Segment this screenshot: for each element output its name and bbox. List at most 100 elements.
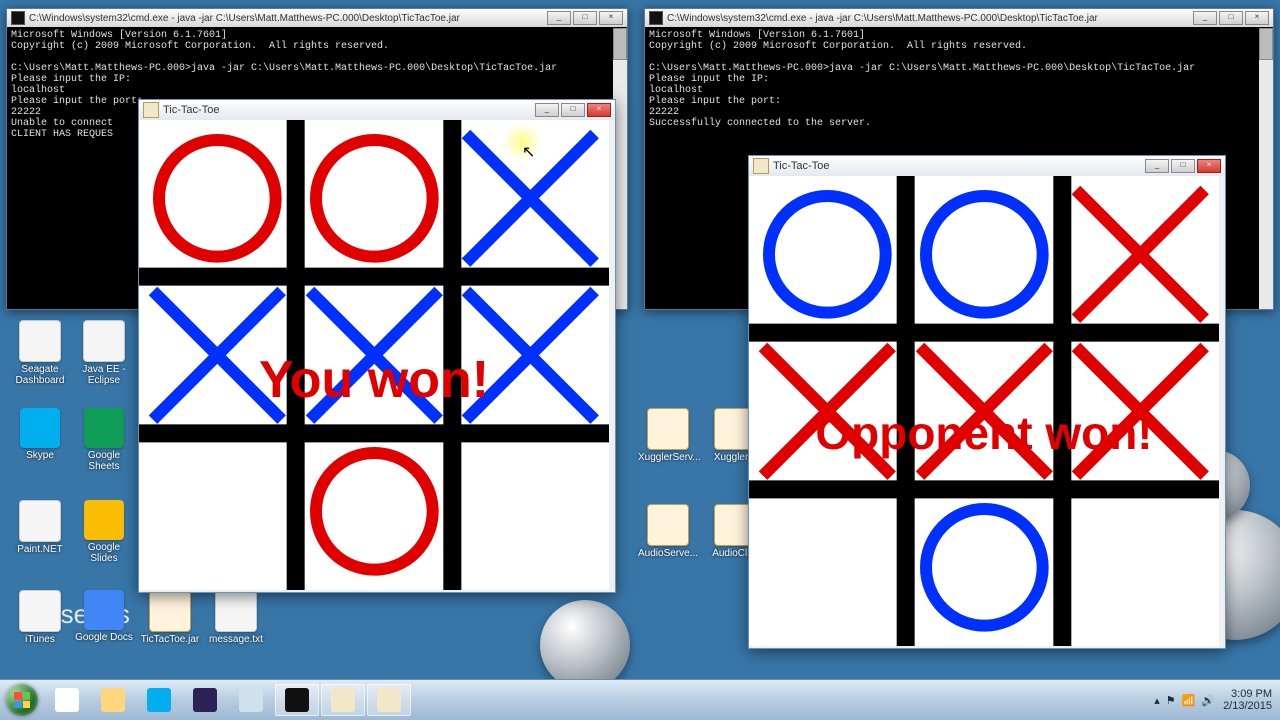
icon-label: Google Slides bbox=[74, 542, 134, 564]
mark-o[interactable] bbox=[296, 120, 453, 277]
app-icon bbox=[84, 590, 124, 630]
desktop-icon[interactable]: message.txt bbox=[206, 590, 266, 645]
java1-icon bbox=[331, 688, 355, 712]
taskbar[interactable]: ▴ ⚑ 📶 🔊 3:09 PM 2/13/2015 bbox=[0, 679, 1280, 720]
desktop-icon[interactable]: AudioServe... bbox=[638, 504, 698, 559]
taskbar-app-java2[interactable] bbox=[367, 684, 411, 716]
icon-label: Java EE - Eclipse bbox=[74, 364, 134, 386]
desktop-icon[interactable]: Java EE - Eclipse bbox=[74, 320, 134, 386]
icon-label: Google Docs bbox=[74, 632, 134, 643]
app-icon bbox=[84, 500, 124, 540]
desktop-icon[interactable]: TicTacToe.jar bbox=[140, 590, 200, 645]
game-titlebar[interactable]: Tic-Tac-Toe _ □ × bbox=[749, 156, 1225, 176]
start-button[interactable] bbox=[0, 680, 44, 720]
icon-label: iTunes bbox=[10, 634, 70, 645]
desktop-icon[interactable]: Google Docs bbox=[74, 590, 134, 643]
skype-icon bbox=[147, 688, 171, 712]
mark-x[interactable] bbox=[1062, 176, 1219, 333]
close-button[interactable]: × bbox=[599, 11, 623, 25]
mark-x[interactable] bbox=[452, 120, 609, 277]
app-icon bbox=[647, 504, 689, 546]
taskbar-app-explorer[interactable] bbox=[91, 684, 135, 716]
mark-x[interactable] bbox=[749, 333, 906, 490]
system-tray[interactable]: ▴ ⚑ 📶 🔊 3:09 PM 2/13/2015 bbox=[1146, 688, 1280, 712]
tray-network-icon[interactable]: 📶 bbox=[1182, 694, 1196, 707]
mark-x[interactable] bbox=[906, 333, 1063, 490]
cmd-icon bbox=[649, 11, 663, 25]
tray-volume-icon[interactable]: 🔊 bbox=[1201, 694, 1215, 707]
icon-label: Seagate Dashboard bbox=[10, 364, 70, 386]
taskbar-app-cmd[interactable] bbox=[275, 684, 319, 716]
maximize-button[interactable]: □ bbox=[561, 103, 585, 117]
java-icon bbox=[143, 102, 159, 118]
paintnet-icon bbox=[239, 688, 263, 712]
desktop-icon[interactable]: Paint.NET bbox=[10, 500, 70, 555]
cmd-icon bbox=[285, 688, 309, 712]
mark-x[interactable] bbox=[1062, 333, 1219, 490]
desktop-icon[interactable]: Seagate Dashboard bbox=[10, 320, 70, 386]
windows-orb-icon bbox=[6, 684, 38, 716]
mark-o[interactable] bbox=[906, 489, 1063, 646]
icon-label: message.txt bbox=[206, 634, 266, 645]
java-icon bbox=[753, 158, 769, 174]
mark-x[interactable] bbox=[139, 277, 296, 434]
tictactoe-window-right[interactable]: Tic-Tac-Toe _ □ × Opponent won! bbox=[748, 155, 1226, 649]
desktop-icon[interactable]: iTunes bbox=[10, 590, 70, 645]
explorer-icon bbox=[101, 688, 125, 712]
clock-date: 2/13/2015 bbox=[1223, 700, 1272, 712]
desktop-icon[interactable]: Skype bbox=[10, 408, 70, 461]
taskbar-clock[interactable]: 3:09 PM 2/13/2015 bbox=[1223, 688, 1272, 712]
icon-label: Paint.NET bbox=[10, 544, 70, 555]
icon-label: XugglerServ... bbox=[638, 452, 698, 463]
tray-flag-icon[interactable]: ⚑ bbox=[1166, 694, 1176, 707]
maximize-button[interactable]: □ bbox=[1171, 159, 1195, 173]
wallpaper-sphere bbox=[540, 600, 630, 690]
maximize-button[interactable]: □ bbox=[573, 11, 597, 25]
mark-x[interactable] bbox=[452, 277, 609, 434]
eclipse-icon bbox=[193, 688, 217, 712]
desktop-icon[interactable]: Google Slides bbox=[74, 500, 134, 564]
cmd-titlebar[interactable]: C:\Windows\system32\cmd.exe - java -jar … bbox=[645, 9, 1273, 27]
icon-label: TicTacToe.jar bbox=[140, 634, 200, 645]
icon-label: Skype bbox=[10, 450, 70, 461]
mark-x[interactable] bbox=[296, 277, 453, 434]
taskbar-app-eclipse[interactable] bbox=[183, 684, 227, 716]
app-icon bbox=[19, 500, 61, 542]
maximize-button[interactable]: □ bbox=[1219, 11, 1243, 25]
close-button[interactable]: × bbox=[587, 103, 611, 117]
cmd-title: C:\Windows\system32\cmd.exe - java -jar … bbox=[29, 13, 547, 24]
icon-label: AudioServe... bbox=[638, 548, 698, 559]
taskbar-app-java1[interactable] bbox=[321, 684, 365, 716]
close-button[interactable]: × bbox=[1245, 11, 1269, 25]
minimize-button[interactable]: _ bbox=[1145, 159, 1169, 173]
game-titlebar[interactable]: Tic-Tac-Toe _ □ × bbox=[139, 100, 615, 120]
app-icon bbox=[19, 590, 61, 632]
game-board[interactable]: You won! bbox=[139, 120, 609, 590]
app-icon bbox=[20, 408, 60, 448]
cmd-titlebar[interactable]: C:\Windows\system32\cmd.exe - java -jar … bbox=[7, 9, 627, 27]
taskbar-app-paintnet[interactable] bbox=[229, 684, 273, 716]
minimize-button[interactable]: _ bbox=[1193, 11, 1217, 25]
icon-label: Google Sheets bbox=[74, 450, 134, 472]
app-icon bbox=[647, 408, 689, 450]
game-board[interactable]: Opponent won! bbox=[749, 176, 1219, 646]
cmd-icon bbox=[11, 11, 25, 25]
minimize-button[interactable]: _ bbox=[535, 103, 559, 117]
mark-o[interactable] bbox=[139, 120, 296, 277]
tray-up-icon[interactable]: ▴ bbox=[1154, 694, 1160, 707]
minimize-button[interactable]: _ bbox=[547, 11, 571, 25]
desktop-icon[interactable]: Google Sheets bbox=[74, 408, 134, 472]
app-icon bbox=[215, 590, 257, 632]
scrollbar[interactable] bbox=[1259, 28, 1273, 309]
mark-o[interactable] bbox=[906, 176, 1063, 333]
cmd-title: C:\Windows\system32\cmd.exe - java -jar … bbox=[667, 13, 1193, 24]
mark-o[interactable] bbox=[296, 433, 453, 590]
tictactoe-window-left[interactable]: Tic-Tac-Toe _ □ × You won! bbox=[138, 99, 616, 593]
desktop-icon[interactable]: XugglerServ... bbox=[638, 408, 698, 463]
close-button[interactable]: × bbox=[1197, 159, 1221, 173]
app-icon bbox=[19, 320, 61, 362]
taskbar-app-chrome[interactable] bbox=[45, 684, 89, 716]
app-icon bbox=[83, 320, 125, 362]
mark-o[interactable] bbox=[749, 176, 906, 333]
taskbar-app-skype[interactable] bbox=[137, 684, 181, 716]
